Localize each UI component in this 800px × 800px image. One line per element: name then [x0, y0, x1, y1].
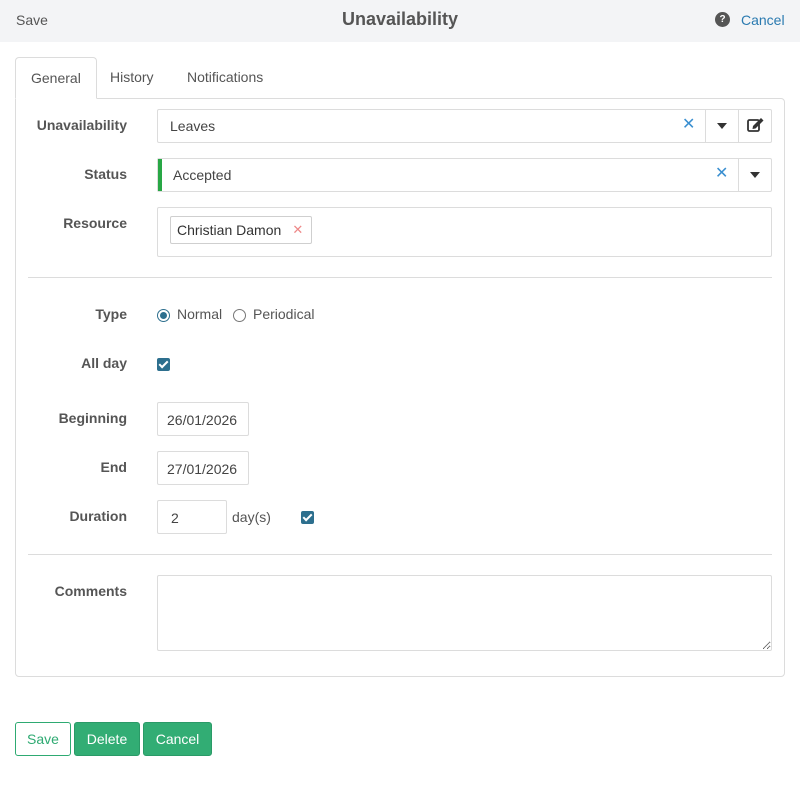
status-select[interactable]: Accepted ✕	[157, 158, 772, 192]
duration-value: 2	[171, 510, 179, 526]
help-icon[interactable]: ?	[715, 12, 730, 27]
resource-tag: Christian Damon ✕	[170, 216, 313, 244]
duration-label: Duration	[69, 508, 127, 524]
duration-unit: day(s)	[232, 509, 271, 525]
unavailability-dropdown-button[interactable]	[705, 110, 738, 142]
status-color-indicator	[158, 159, 162, 191]
status-value: Accepted	[173, 167, 232, 183]
all-day-checkbox[interactable]	[157, 358, 170, 371]
duration-checkbox[interactable]	[301, 511, 314, 524]
tab-general[interactable]: General	[15, 57, 97, 99]
status-label: Status	[84, 166, 127, 182]
caret-down-icon	[750, 172, 760, 178]
type-periodical-label[interactable]: Periodical	[253, 306, 314, 322]
type-normal-radio[interactable]	[157, 309, 170, 322]
tab-bar: General History Notifications	[15, 57, 785, 99]
edit-icon	[747, 118, 764, 132]
header-cancel-link[interactable]: Cancel	[741, 12, 785, 28]
comments-label: Comments	[54, 583, 127, 599]
resource-tag-label: Christian Damon	[177, 222, 282, 238]
beginning-label: Beginning	[58, 410, 127, 426]
duration-input[interactable]: 2	[157, 500, 227, 534]
resource-multiselect[interactable]: Christian Damon ✕	[157, 207, 772, 257]
unavailability-select[interactable]: Leaves ✕	[157, 109, 772, 143]
cancel-button[interactable]: Cancel	[143, 722, 212, 756]
tab-notifications[interactable]: Notifications	[172, 57, 278, 99]
end-date-value: 27/01/2026	[167, 461, 238, 477]
type-periodical-radio[interactable]	[233, 309, 246, 322]
remove-tag-icon[interactable]: ✕	[292, 217, 303, 243]
top-bar: Save Unavailability ? Cancel	[0, 0, 800, 42]
type-normal-label[interactable]: Normal	[177, 306, 222, 322]
status-clear-icon[interactable]: ✕	[715, 166, 728, 182]
unavailability-label: Unavailability	[36, 117, 127, 133]
status-dropdown-button[interactable]	[738, 159, 771, 191]
unavailability-clear-icon[interactable]: ✕	[682, 117, 695, 133]
comments-textarea[interactable]	[157, 575, 772, 651]
delete-button[interactable]: Delete	[74, 722, 140, 756]
caret-down-icon	[717, 123, 727, 129]
tab-history[interactable]: History	[95, 57, 169, 99]
end-date-input[interactable]: 27/01/2026	[157, 451, 249, 485]
page-title: Unavailability	[341, 9, 459, 29]
resource-label: Resource	[63, 215, 127, 231]
type-label: Type	[95, 306, 127, 322]
unavailability-value: Leaves	[170, 118, 216, 134]
divider	[28, 554, 772, 555]
unavailability-edit-button[interactable]	[738, 110, 771, 142]
save-button[interactable]: Save	[15, 722, 71, 756]
beginning-date-input[interactable]: 26/01/2026	[157, 402, 249, 436]
all-day-label: All day	[81, 355, 127, 371]
end-label: End	[100, 459, 127, 475]
divider	[28, 277, 772, 278]
beginning-date-value: 26/01/2026	[167, 412, 238, 428]
